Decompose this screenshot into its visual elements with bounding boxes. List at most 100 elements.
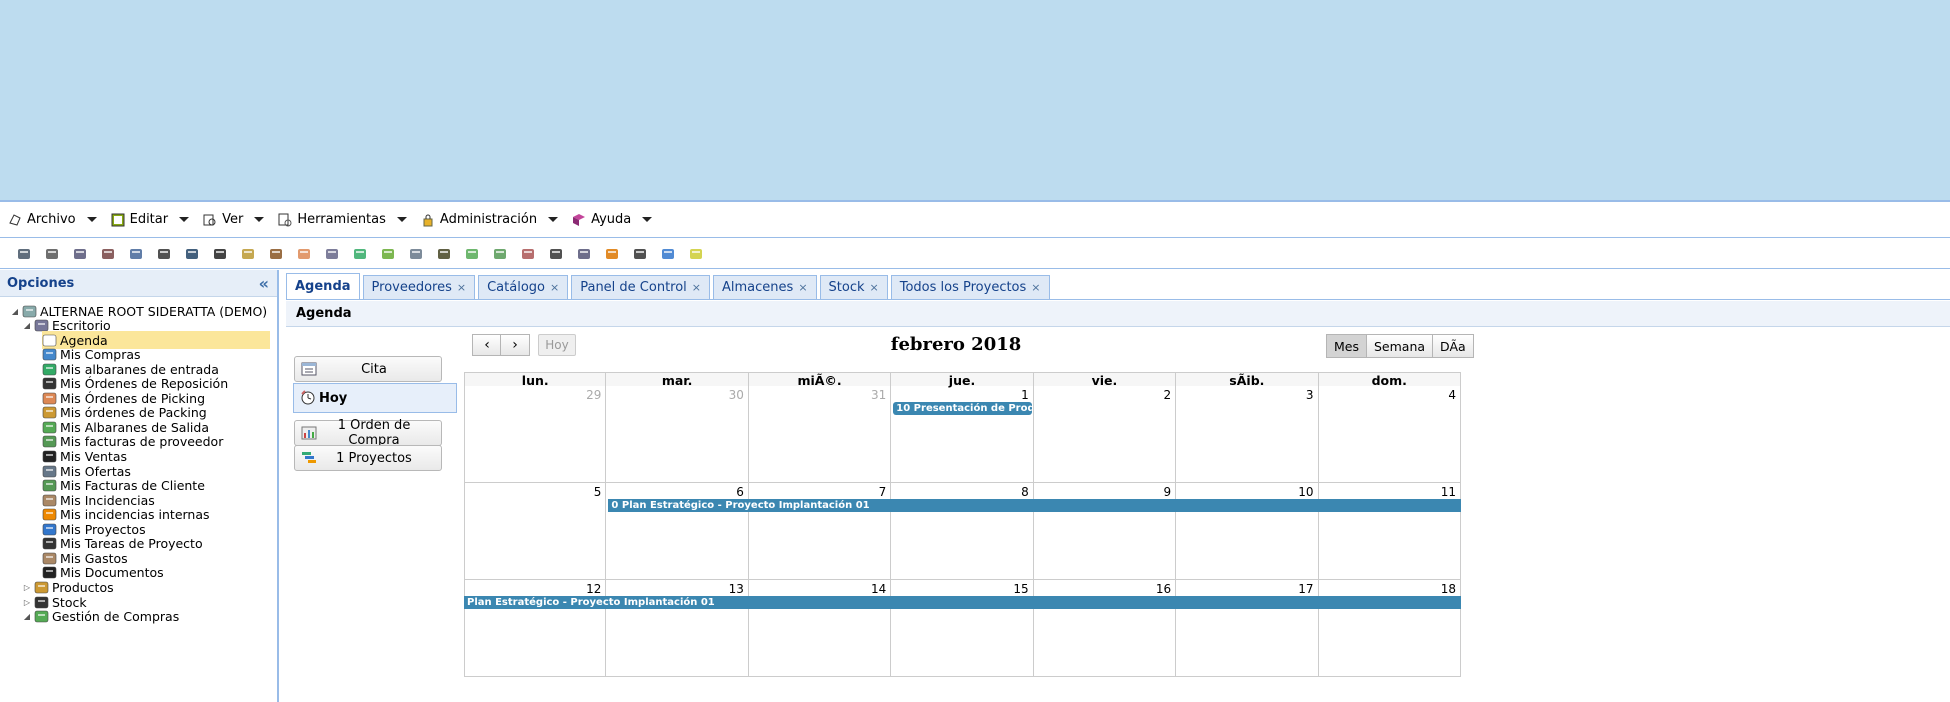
day-cell[interactable]: 12 <box>464 580 607 677</box>
today-button[interactable]: Hoy <box>538 334 576 356</box>
menu-ayuda[interactable]: Ayuda <box>572 212 653 227</box>
main-area: Agenda Proveedores × Catálogo × Panel de Cont… <box>286 270 1950 702</box>
day-number: 3 <box>1305 388 1314 402</box>
pack-icon[interactable] <box>378 244 398 264</box>
group-icon[interactable] <box>434 244 454 264</box>
weekday-header: vie. <box>1033 372 1177 388</box>
close-icon[interactable]: × <box>692 281 701 294</box>
day-cell[interactable]: 15 <box>891 580 1034 677</box>
application-window: Archivo Editar Ver Herramientas Administraci… <box>0 200 1950 702</box>
expand-toggle-icon[interactable]: ▷ <box>22 583 32 592</box>
copy-icon[interactable] <box>70 244 90 264</box>
book-icon[interactable] <box>182 244 202 264</box>
calculator-icon[interactable] <box>406 244 426 264</box>
paste-icon[interactable] <box>98 244 118 264</box>
day-number: 9 <box>1163 485 1172 499</box>
close-icon[interactable]: × <box>550 281 559 294</box>
project-icon[interactable] <box>658 244 678 264</box>
day-cell[interactable]: 11 <box>1318 483 1461 580</box>
report-icon[interactable] <box>574 244 594 264</box>
tab-stock[interactable]: Stock × <box>819 275 888 299</box>
menu-editar[interactable]: Editar <box>111 212 190 227</box>
proyectos-label: 1 Proyectos <box>336 450 412 466</box>
close-icon[interactable]: × <box>1031 281 1040 294</box>
box-hand-icon[interactable] <box>294 244 314 264</box>
day-cell[interactable]: 18 <box>1318 580 1461 677</box>
cut-icon[interactable] <box>42 244 62 264</box>
day-cell[interactable]: 13 <box>606 580 749 677</box>
expand-toggle-icon[interactable]: ◢ <box>10 307 20 316</box>
building-icon[interactable] <box>518 244 538 264</box>
weekday-header: jue. <box>891 372 1034 388</box>
expand-toggle-icon[interactable]: ▷ <box>22 598 32 607</box>
menu-archivo[interactable]: Archivo <box>8 212 97 227</box>
expand-toggle-icon[interactable]: ◢ <box>22 612 32 621</box>
next-month-button[interactable]: › <box>500 334 530 356</box>
day-number: 14 <box>870 582 887 596</box>
menu-herramientas[interactable]: Herramientas <box>278 212 407 227</box>
day-cell[interactable]: 9 <box>1033 483 1177 580</box>
calendar-event[interactable]: Plan Estratégico - Proyecto Implantación… <box>464 596 1461 609</box>
view-day-button[interactable]: DÃa <box>1432 334 1474 358</box>
view-month-button[interactable]: Mes <box>1326 334 1367 358</box>
pick-icon[interactable] <box>350 244 370 264</box>
close-icon[interactable]: × <box>870 281 879 294</box>
prev-month-button[interactable]: ‹ <box>472 334 502 356</box>
day-cell[interactable]: 1 <box>891 386 1034 483</box>
tree-node[interactable]: ◢ Gestión de Compras <box>22 608 179 626</box>
day-number: 12 <box>586 582 602 596</box>
tab-proveedores[interactable]: Proveedores × <box>362 275 476 299</box>
calendar-event[interactable]: 0 Plan Estratégico - Proyecto Implantaci… <box>608 499 1461 512</box>
chart-icon[interactable] <box>322 244 342 264</box>
expand-toggle-icon[interactable]: ◢ <box>22 321 32 330</box>
tab-todos-los-proyectos[interactable]: Todos los Proyectos × <box>890 275 1050 299</box>
purchase-icon <box>34 609 49 624</box>
view-week-button[interactable]: Semana <box>1366 334 1434 358</box>
weekday-header: sÃib. <box>1176 372 1319 388</box>
day-cell[interactable]: 7 <box>748 483 892 580</box>
sales-icon[interactable] <box>630 244 650 264</box>
edit-icon <box>111 213 125 227</box>
day-cell[interactable]: 14 <box>748 580 892 677</box>
truck-icon[interactable] <box>266 244 286 264</box>
day-cell[interactable]: 29 <box>464 386 607 483</box>
day-cell[interactable]: 8 <box>891 483 1034 580</box>
folder-icon[interactable] <box>238 244 258 264</box>
bug-icon[interactable] <box>602 244 622 264</box>
invoice-icon[interactable] <box>462 244 482 264</box>
calendar-event[interactable]: 10 Presentación de Producto <box>893 402 1032 415</box>
invoice-check-icon[interactable] <box>490 244 510 264</box>
day-number: 13 <box>728 582 744 596</box>
users-icon[interactable] <box>210 244 230 264</box>
close-icon[interactable]: × <box>798 281 807 294</box>
day-cell[interactable]: 16 <box>1033 580 1177 677</box>
menu-administración[interactable]: Administración <box>421 212 559 227</box>
tab-almacenes[interactable]: Almacenes × <box>713 275 817 299</box>
tab-catálogo[interactable]: Catálogo × <box>478 275 569 299</box>
tab-panel-de-control[interactable]: Panel de Control × <box>571 275 711 299</box>
calendar-icon[interactable] <box>126 244 146 264</box>
day-cell[interactable]: 2 <box>1033 386 1177 483</box>
day-cell[interactable]: 3 <box>1176 386 1319 483</box>
print-icon[interactable] <box>14 244 34 264</box>
proyectos-button[interactable]: 1 Proyectos <box>294 445 442 471</box>
tab-label: Todos los Proyectos <box>899 280 1027 295</box>
bulb-icon[interactable] <box>686 244 706 264</box>
day-cell[interactable]: 17 <box>1176 580 1319 677</box>
close-icon[interactable]: × <box>457 281 466 294</box>
day-cell[interactable]: 30 <box>606 386 749 483</box>
person-icon[interactable] <box>546 244 566 264</box>
day-cell[interactable]: 6 <box>606 483 749 580</box>
day-cell[interactable]: 4 <box>1318 386 1461 483</box>
day-cell[interactable]: 10 <box>1176 483 1319 580</box>
day-number: 16 <box>1155 582 1172 596</box>
printer-alt-icon[interactable] <box>154 244 174 264</box>
hoy-section[interactable]: Hoy <box>293 383 457 413</box>
day-cell[interactable]: 31 <box>748 386 892 483</box>
tab-agenda[interactable]: Agenda <box>286 273 360 299</box>
collapse-panel-icon[interactable]: « <box>259 274 269 293</box>
cita-button[interactable]: Cita <box>294 356 442 382</box>
day-cell[interactable]: 5 <box>464 483 607 580</box>
menu-ver[interactable]: Ver <box>203 212 265 227</box>
orden-compra-button[interactable]: 1 Orden de Compra <box>294 418 442 448</box>
